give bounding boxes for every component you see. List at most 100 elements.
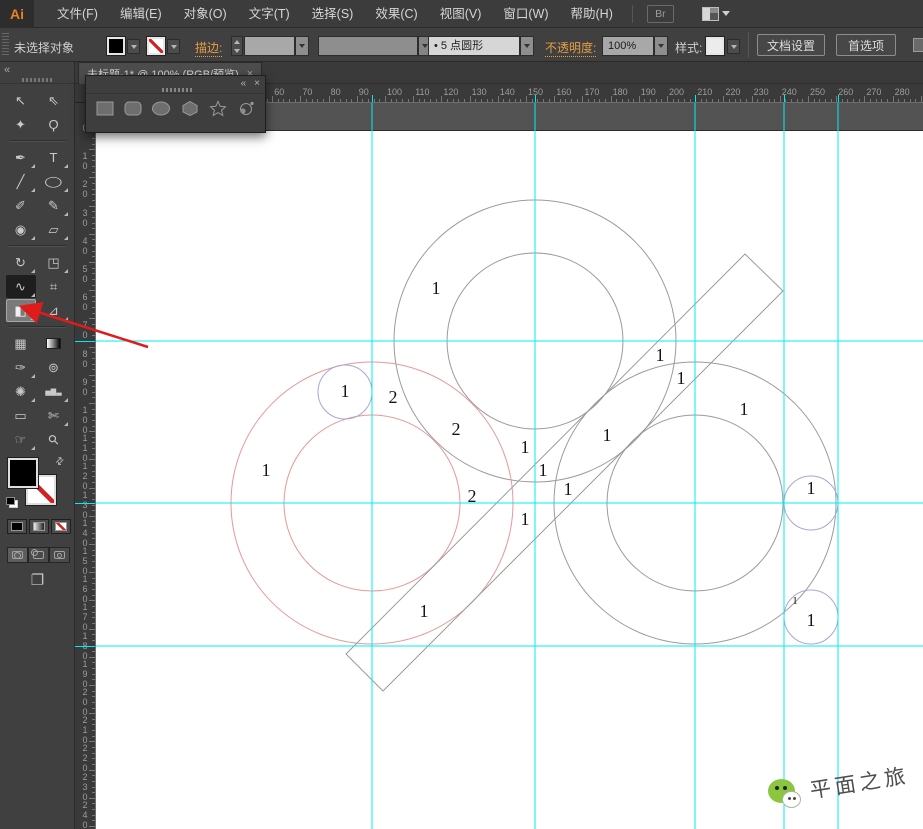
fill-color-dropdown[interactable]: [127, 39, 140, 54]
paint-mode-buttons: [7, 519, 71, 534]
bridge-button[interactable]: Br: [646, 4, 674, 23]
gradient-tool[interactable]: [39, 332, 69, 355]
draw-behind-button[interactable]: [28, 547, 49, 563]
symbol-sprayer-tool[interactable]: ✺: [6, 380, 36, 403]
document-setup-button[interactable]: 文档设置: [757, 34, 825, 56]
ellipse-tool[interactable]: ◯: [39, 170, 69, 193]
menu-item-0[interactable]: 文件(F): [46, 0, 109, 28]
ellipse-tool-icon: ◯: [44, 175, 63, 188]
control-bar-grip[interactable]: [2, 33, 9, 57]
draw-inside-button[interactable]: [49, 547, 70, 563]
scale-tool-icon: ◳: [47, 254, 60, 270]
free-transform-tool[interactable]: ⌗: [39, 275, 69, 298]
rectangle-icon[interactable]: [95, 100, 115, 122]
stroke-weight-field[interactable]: [244, 36, 295, 56]
menu-item-5[interactable]: 效果(C): [364, 0, 428, 28]
color-controls: ⇄ ❐: [0, 455, 74, 605]
lasso-tool-icon: Ϙ: [48, 117, 59, 132]
canvas-drawing[interactable]: 122211111111111111: [96, 103, 923, 829]
style-dropdown[interactable]: [727, 39, 740, 54]
draw-normal-button[interactable]: [7, 547, 28, 563]
shape-panel-grip[interactable]: [162, 88, 192, 92]
width-profile-field[interactable]: [318, 36, 418, 56]
shape-panel-icons: [86, 94, 265, 122]
rounded-rectangle-icon[interactable]: [123, 100, 143, 122]
stroke-panel-link[interactable]: 描边:: [195, 39, 223, 57]
screen-mode-button[interactable]: ❐: [0, 571, 75, 589]
collapse-panel-icon[interactable]: «: [4, 64, 10, 76]
stroke-color-dropdown[interactable]: [167, 39, 180, 54]
artboard-tool[interactable]: ▭: [6, 404, 36, 427]
polygon-icon[interactable]: [180, 100, 200, 122]
column-graph-tool[interactable]: ▅▇▃: [39, 380, 69, 403]
menu-item-8[interactable]: 帮助(H): [560, 0, 624, 28]
preferences-button[interactable]: 首选项: [836, 34, 896, 56]
workspace-switcher[interactable]: [701, 6, 730, 21]
none-mode-button[interactable]: [51, 519, 71, 534]
control-bar: 未选择对象 描边: • 5 点圆形 不透明度: 100% 样式: 文档设置 首选…: [0, 28, 923, 62]
hand-tool-icon: ☞: [14, 431, 27, 447]
stroke-color-swatch[interactable]: [146, 36, 166, 56]
pen-tool[interactable]: ✒: [6, 146, 36, 169]
mesh-tool[interactable]: ▦: [6, 332, 36, 355]
magic-wand-tool[interactable]: ✦: [6, 113, 36, 136]
flare-icon[interactable]: [236, 100, 256, 122]
vertical-ruler[interactable]: 0102030405060708090100110120130140150160…: [75, 103, 96, 829]
pencil-tool[interactable]: ✎: [39, 194, 69, 217]
blend-tool[interactable]: ⊚: [39, 356, 69, 379]
eyedropper-tool[interactable]: ✑: [6, 356, 36, 379]
lasso-tool[interactable]: Ϙ: [39, 113, 69, 136]
menu-item-6[interactable]: 视图(V): [429, 0, 493, 28]
artboard-canvas[interactable]: 122211111111111111 平面之旅: [96, 103, 923, 829]
opacity-dropdown[interactable]: [654, 36, 668, 56]
scale-tool[interactable]: ◳: [39, 251, 69, 274]
ellipse-icon[interactable]: [151, 100, 171, 122]
rotate-tool[interactable]: ↻: [6, 251, 36, 274]
canvas-label-6: 1: [420, 601, 429, 621]
selection-tool-icon: ↖: [15, 92, 26, 108]
eraser-tool[interactable]: ▱: [39, 218, 69, 241]
collapse-panel-icon[interactable]: «: [241, 78, 247, 89]
perspective-grid-tool[interactable]: ⊿: [39, 299, 69, 322]
fill-color-swatch[interactable]: [106, 36, 126, 56]
direct-selection-tool[interactable]: ⇖: [39, 89, 69, 112]
brush-definition-dropdown[interactable]: [520, 36, 534, 56]
shape-panel-header[interactable]: « ×: [86, 76, 265, 94]
menu-item-2[interactable]: 对象(O): [173, 0, 238, 28]
canvas-label-10: 1: [521, 509, 530, 529]
close-panel-icon[interactable]: ×: [254, 78, 260, 89]
brush-definition-field[interactable]: • 5 点圆形: [428, 36, 520, 56]
star-icon[interactable]: [208, 100, 228, 122]
opacity-field[interactable]: 100%: [602, 36, 654, 56]
menu-item-7[interactable]: 窗口(W): [492, 0, 559, 28]
hand-tool[interactable]: ☞: [6, 428, 36, 451]
selection-tool[interactable]: ↖: [6, 89, 36, 112]
fill-color-chip[interactable]: [7, 457, 39, 489]
paintbrush-tool[interactable]: ✐: [6, 194, 36, 217]
canvas-label-11: 1: [603, 425, 612, 445]
panel-toggle-icon[interactable]: [913, 38, 923, 52]
slice-tool[interactable]: ✄: [39, 404, 69, 427]
tools-panel-header: «: [0, 62, 74, 84]
type-tool[interactable]: T: [39, 146, 69, 169]
eraser-tool-icon: ▱: [48, 221, 59, 237]
color-mode-button[interactable]: [7, 519, 27, 534]
stroke-weight-stepper[interactable]: [231, 36, 243, 56]
line-segment-tool[interactable]: ╱: [6, 170, 36, 193]
menu-items: 文件(F) 编辑(E) 对象(O) 文字(T) 选择(S) 效果(C) 视图(V) 窗口(W)…: [46, 0, 624, 28]
zoom-tool[interactable]: ⚲: [39, 428, 69, 451]
brush-thumbnail-dot: •: [434, 40, 438, 52]
tools-panel-grip[interactable]: [22, 78, 52, 82]
opacity-panel-link[interactable]: 不透明度:: [545, 39, 597, 57]
live-paint-bucket-tool[interactable]: ◧: [5, 299, 36, 322]
swap-fill-stroke-icon[interactable]: ⇄: [53, 455, 67, 469]
width-tool[interactable]: ∿: [5, 275, 36, 298]
stroke-weight-dropdown[interactable]: [295, 36, 309, 56]
gradient-mode-button[interactable]: [29, 519, 49, 534]
style-swatch[interactable]: [705, 36, 725, 56]
menu-item-3[interactable]: 文字(T): [238, 0, 301, 28]
default-fill-stroke-icon[interactable]: [6, 497, 18, 508]
menu-item-4[interactable]: 选择(S): [301, 0, 365, 28]
blob-brush-tool[interactable]: ◉: [6, 218, 36, 241]
menu-item-1[interactable]: 编辑(E): [109, 0, 173, 28]
